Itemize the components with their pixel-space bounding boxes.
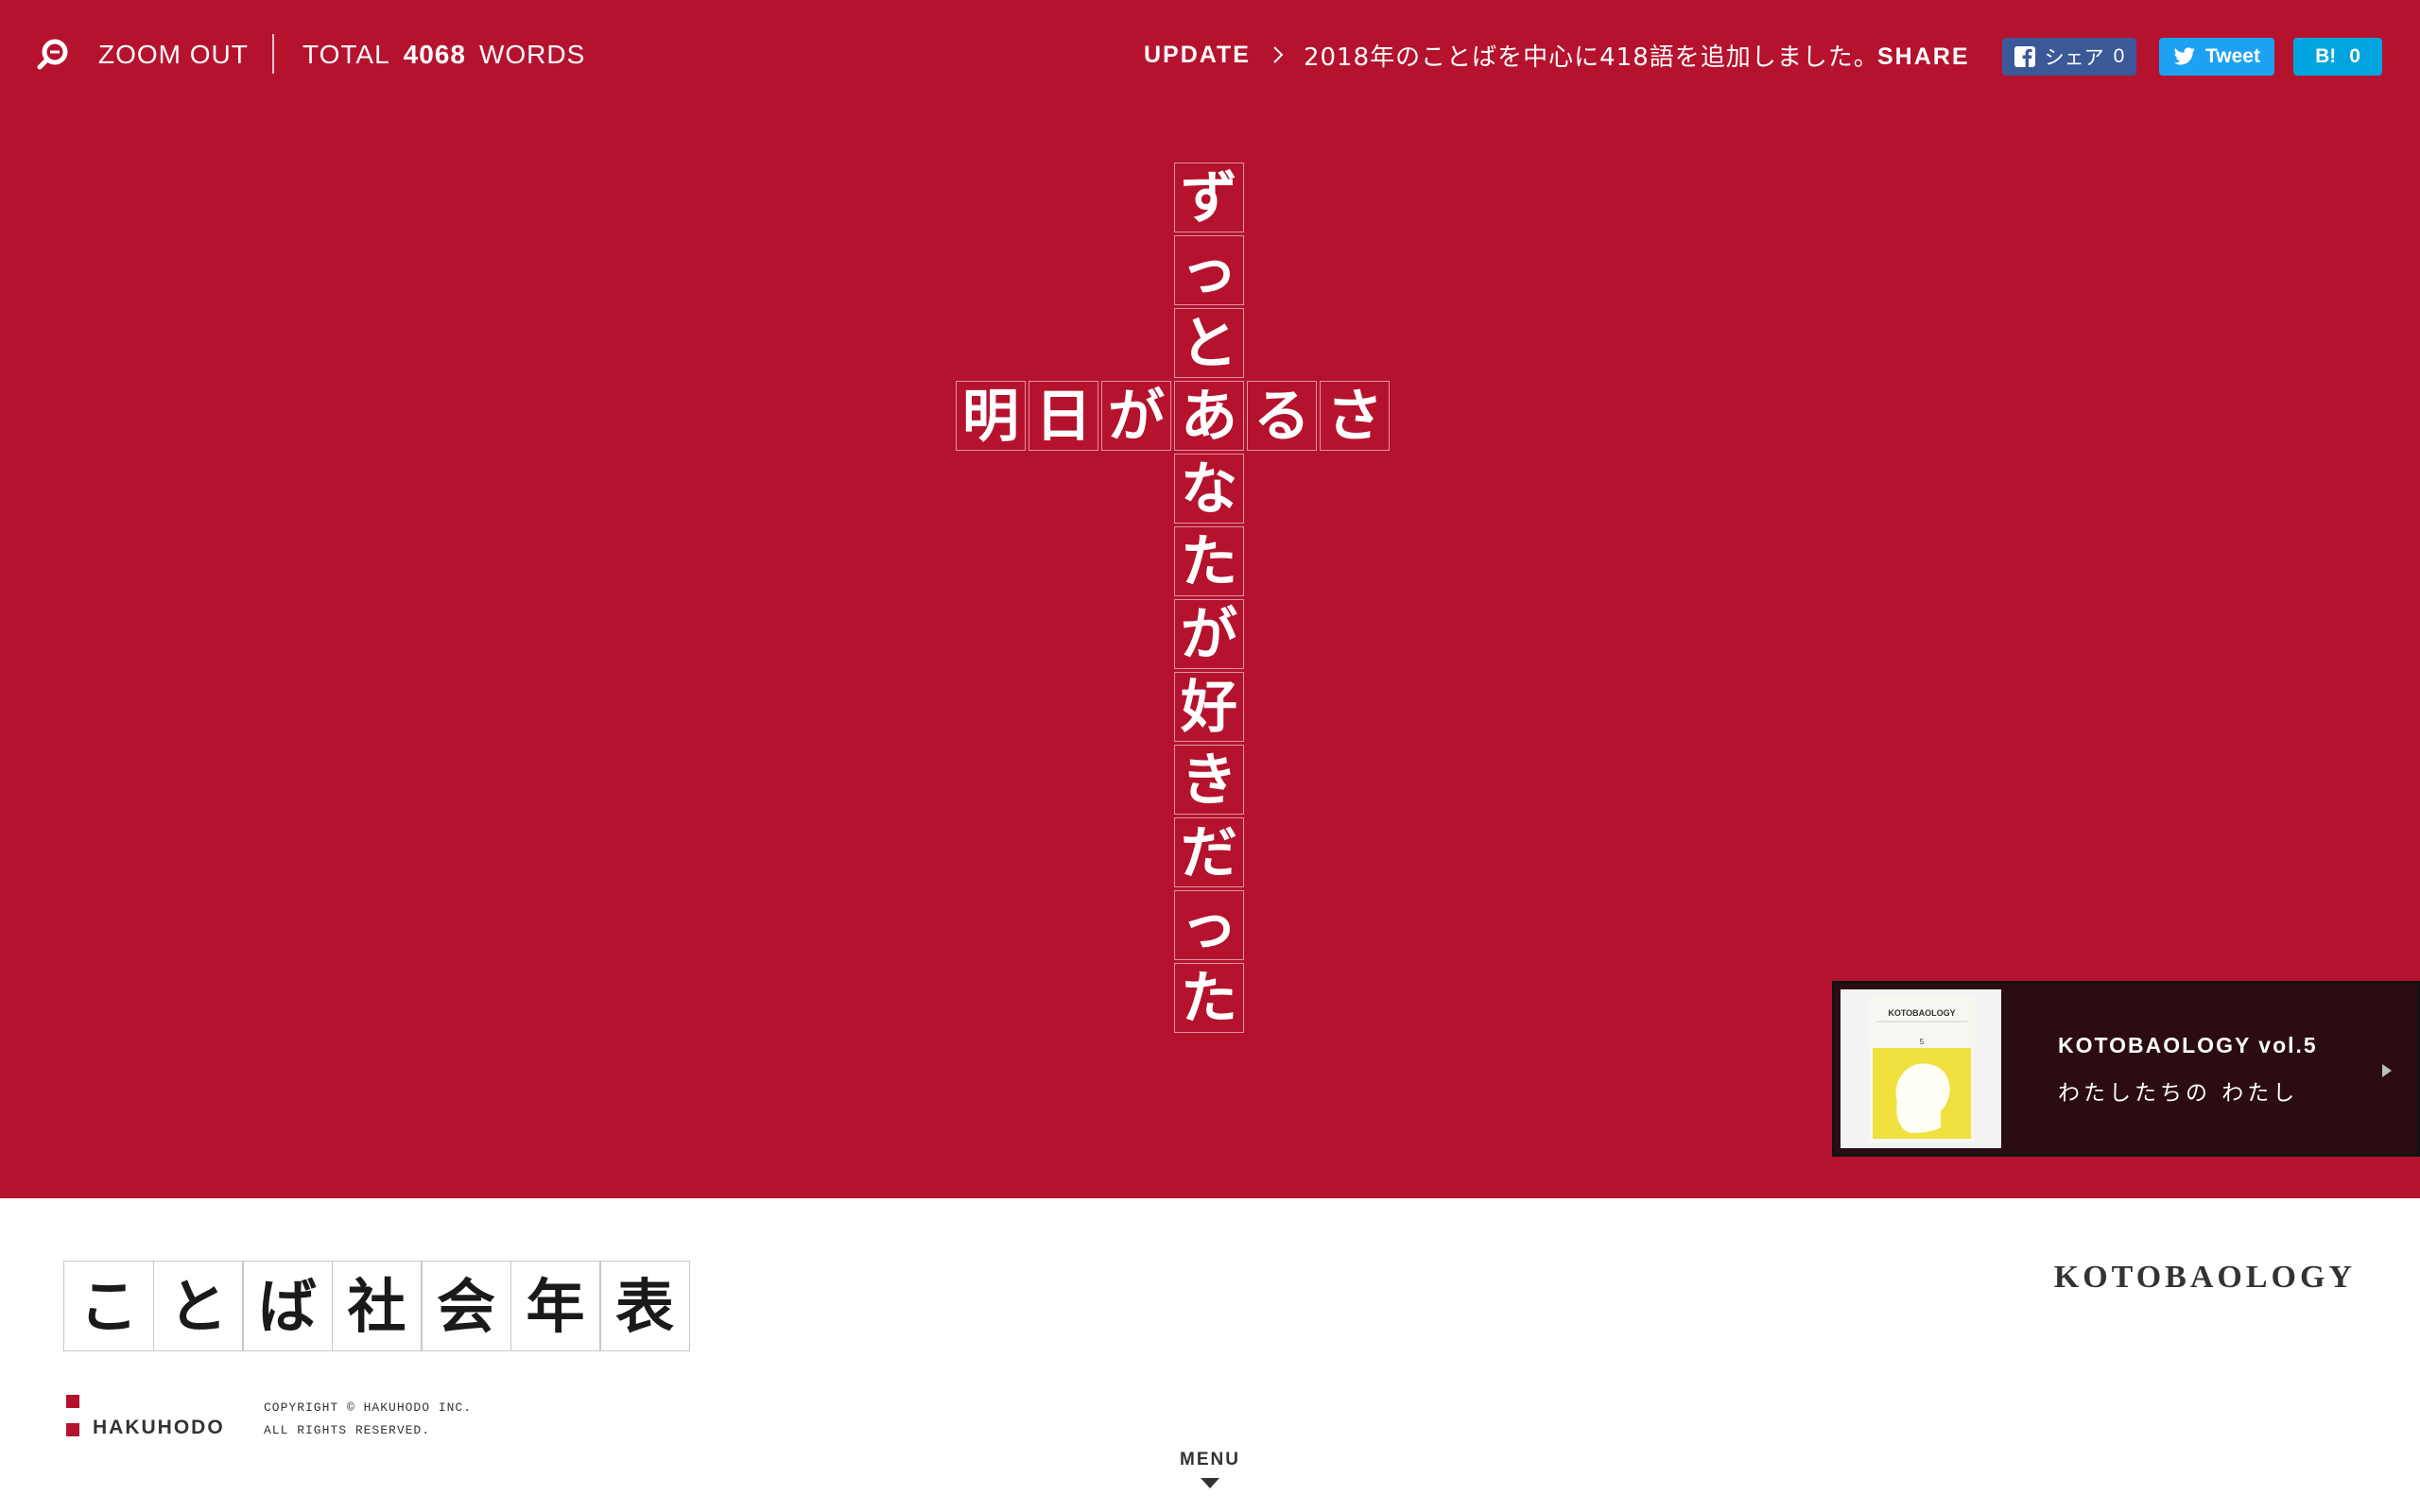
promo-subtitle: わたしたちの わたし — [2058, 1081, 2299, 1106]
hatena-bookmark-count: 0 — [2349, 45, 2360, 67]
update-label: UPDATE — [1144, 41, 1251, 68]
tweet-label: Tweet — [2205, 45, 2260, 67]
logo-char: 会 — [421, 1261, 511, 1351]
magazine-cover-thumbnail: KOTOBAOLOGY 5 — [1841, 989, 2001, 1148]
crossword-cell[interactable]: た — [1174, 963, 1244, 1033]
kotoba-shakai-nenpyo-logo[interactable]: こ と ば 社 会 年 表 — [63, 1261, 690, 1351]
crossword-cell[interactable]: な — [1174, 454, 1244, 524]
page: ZOOM OUT TOTAL 4068 WORDS UPDATE 2018年のこ… — [0, 0, 2420, 1512]
crossword-cell[interactable]: 明 — [956, 381, 1026, 451]
facebook-share-count: 0 — [2113, 45, 2125, 67]
copyright-line-1: COPYRIGHT © HAKUHODO INC. — [264, 1400, 473, 1415]
update-link[interactable]: 2018年のことばを中心に418語を追加しました。 — [1304, 38, 1879, 73]
crossword-cell[interactable]: が — [1101, 381, 1171, 451]
menu-button[interactable]: MENU — [1153, 1450, 1267, 1489]
crossword-cell[interactable]: ず — [1174, 163, 1244, 232]
total-count: 4068 — [403, 40, 466, 69]
crossword-cell[interactable]: さ — [1320, 381, 1390, 451]
hero-section: ZOOM OUT TOTAL 4068 WORDS UPDATE 2018年のこ… — [0, 0, 2420, 1198]
crossword-cell[interactable]: あ — [1174, 381, 1244, 451]
caret-down-icon — [1201, 1478, 1219, 1488]
logo-char: 年 — [510, 1261, 601, 1351]
kotobaology-link[interactable]: KOTOBAOLOGY — [2054, 1260, 2356, 1296]
logo-char: 社 — [331, 1261, 423, 1351]
crossword-cell[interactable]: だ — [1174, 817, 1244, 887]
logo-char: 表 — [599, 1261, 690, 1351]
logo-char: ば — [242, 1261, 333, 1351]
zoom-out-button[interactable]: ZOOM OUT — [36, 34, 249, 76]
hatena-bookmark-label: B! — [2315, 45, 2337, 67]
header-divider — [272, 34, 274, 74]
hatena-bookmark-button[interactable]: B! 0 — [2293, 38, 2382, 76]
crossword-cell[interactable]: た — [1174, 526, 1244, 596]
logo-char: と — [152, 1261, 244, 1351]
facebook-share-label: シェア — [2044, 47, 2104, 69]
play-triangle-icon — [2382, 1064, 2392, 1077]
copyright-text: COPYRIGHT © HAKUHODO INC. ALL RIGHTS RES… — [264, 1397, 472, 1442]
hakuhodo-mark-square — [66, 1395, 79, 1408]
hakuhodo-name: HAKUHODO — [93, 1417, 225, 1438]
hakuhodo-mark-square — [66, 1423, 79, 1436]
chevron-right-icon — [1273, 46, 1284, 63]
twitter-bird-icon — [2173, 47, 2196, 66]
tweet-button[interactable]: Tweet — [2159, 38, 2274, 76]
thumb-caption: KOTOBAOLOGY — [1888, 1008, 1955, 1018]
total-words: TOTAL 4068 WORDS — [302, 34, 585, 76]
zoom-out-label: ZOOM OUT — [98, 40, 249, 69]
thumb-number: 5 — [1920, 1038, 1925, 1046]
menu-label: MENU — [1180, 1450, 1240, 1469]
logo-char: こ — [63, 1261, 154, 1351]
copyright-line-2: ALL RIGHTS RESERVED. — [264, 1423, 431, 1437]
kotobaology-promo-card[interactable]: KOTOBAOLOGY 5 KOTOBAOLOGY vol.5 わたしたちの わ… — [1832, 981, 2420, 1157]
crossword-cell[interactable]: る — [1247, 381, 1317, 451]
crossword-cell[interactable]: 日 — [1028, 381, 1098, 451]
promo-title: KOTOBAOLOGY vol.5 — [2058, 1033, 2318, 1057]
crossword-cell[interactable]: 好 — [1174, 672, 1244, 742]
facebook-share-button[interactable]: シェア 0 — [2002, 38, 2136, 76]
update-notice: UPDATE 2018年のことばを中心に418語を追加しました。 — [1144, 34, 1879, 76]
search-icon — [37, 39, 68, 70]
crossword-cell[interactable]: が — [1174, 599, 1244, 669]
crossword-cell[interactable]: と — [1174, 308, 1244, 378]
crossword-cell[interactable]: っ — [1174, 890, 1244, 960]
facebook-icon — [2014, 46, 2035, 67]
share-label: SHARE — [1877, 43, 1970, 70]
crossword-cell[interactable]: っ — [1174, 235, 1244, 305]
total-prefix: TOTAL — [302, 40, 390, 69]
total-suffix: WORDS — [478, 40, 586, 69]
crossword-cell[interactable]: き — [1174, 745, 1244, 815]
